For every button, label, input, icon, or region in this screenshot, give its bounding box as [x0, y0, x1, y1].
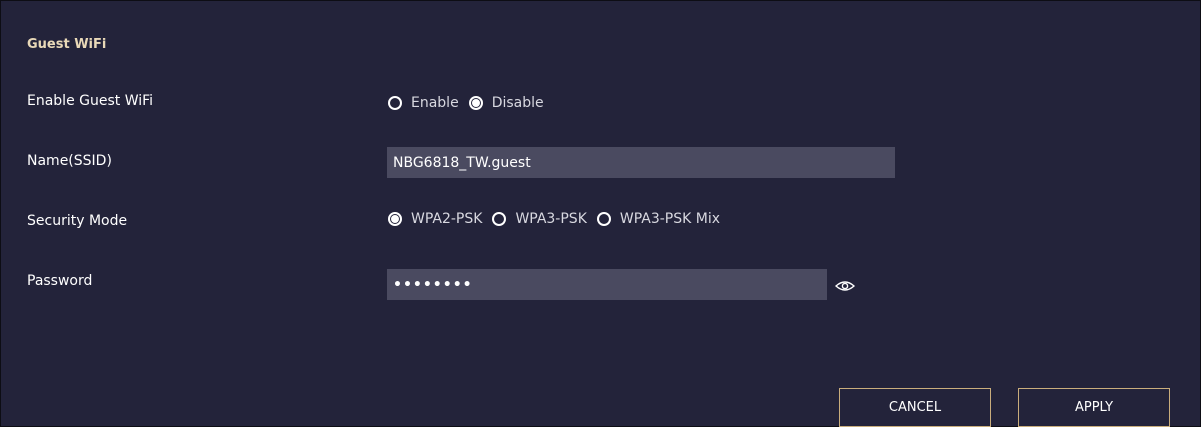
security-mode-label: Security Mode	[27, 213, 128, 229]
enable-guest-wifi-radio-group: Enable Disable	[388, 95, 554, 111]
wpa2-psk-option[interactable]: WPA2-PSK	[388, 211, 482, 227]
security-mode-radio-group: WPA2-PSK WPA3-PSK WPA3-PSK Mix	[388, 211, 730, 227]
section-title: Guest WiFi	[27, 37, 107, 52]
enable-guest-wifi-label: Enable Guest WiFi	[27, 93, 154, 109]
enable-radio-option[interactable]: Enable	[388, 95, 459, 111]
disable-radio-option[interactable]: Disable	[468, 95, 544, 111]
wpa2-psk-radio[interactable]	[388, 212, 402, 226]
wpa3-psk-mix-radio[interactable]	[596, 212, 611, 226]
wpa3-psk-mix-option[interactable]: WPA3-PSK Mix	[596, 211, 721, 227]
cancel-button[interactable]: CANCEL	[839, 388, 991, 427]
password-input[interactable]	[387, 269, 827, 300]
wpa3-psk-label: WPA3-PSK	[515, 211, 587, 227]
ssid-input[interactable]	[387, 147, 895, 178]
password-label: Password	[27, 273, 93, 289]
eye-icon[interactable]	[834, 278, 856, 292]
disable-radio[interactable]	[468, 96, 483, 110]
enable-radio[interactable]	[388, 96, 402, 110]
guest-wifi-panel: Guest WiFi Enable Guest WiFi Enable Disa…	[0, 0, 1201, 427]
disable-radio-label: Disable	[491, 95, 544, 111]
wpa3-psk-radio[interactable]	[492, 212, 507, 226]
apply-button[interactable]: APPLY	[1018, 388, 1170, 427]
wpa2-psk-label: WPA2-PSK	[411, 211, 483, 227]
wpa3-psk-mix-label: WPA3-PSK Mix	[619, 211, 721, 227]
enable-radio-label: Enable	[411, 95, 459, 111]
wpa3-psk-option[interactable]: WPA3-PSK	[492, 211, 587, 227]
ssid-label: Name(SSID)	[27, 153, 112, 169]
